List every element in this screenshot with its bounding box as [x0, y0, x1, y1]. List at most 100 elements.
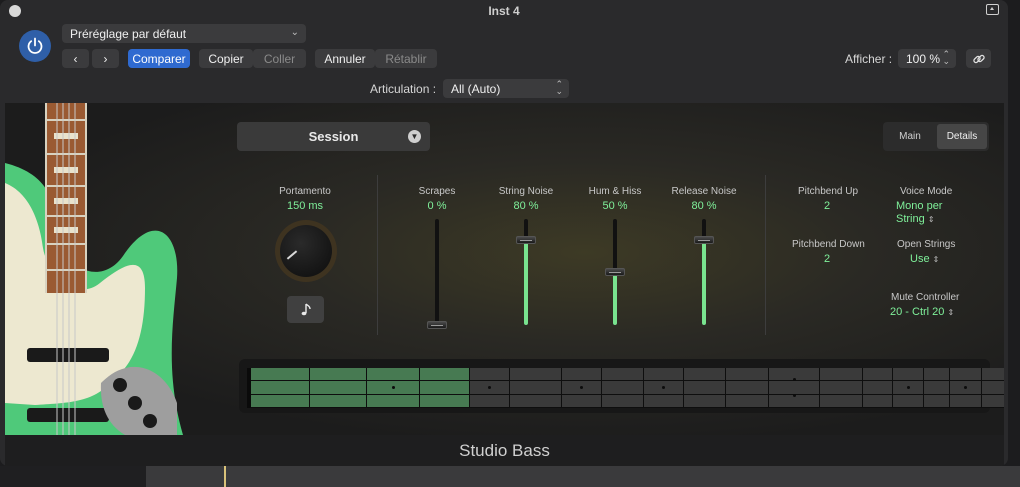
hum-hiss-slider-thumb[interactable]	[605, 268, 625, 276]
fret-cell[interactable]	[769, 368, 820, 382]
fret-cell[interactable]	[602, 368, 644, 382]
fret-cell[interactable]	[644, 381, 684, 395]
fret-cell[interactable]	[367, 381, 420, 395]
fretboard-body	[247, 368, 1004, 408]
view-zoom-select[interactable]: 100 % ⌃ ⌄	[898, 49, 956, 68]
hum-hiss-value: 50 %	[602, 200, 628, 212]
paste-button[interactable]: Coller	[253, 49, 306, 68]
fret-cell[interactable]	[982, 394, 1004, 408]
fret-cell[interactable]	[820, 381, 863, 395]
fret-cell[interactable]	[510, 368, 562, 382]
mute-controller-select[interactable]: 20 - Ctrl 20 ⇕	[890, 306, 954, 318]
next-preset-button[interactable]: ›	[92, 49, 119, 68]
fret-cell[interactable]	[893, 381, 924, 395]
open-strings-select[interactable]: Use ⇕	[910, 253, 939, 265]
pitchbend-down-value[interactable]: 2	[824, 253, 830, 265]
fret-cell[interactable]	[982, 368, 1004, 382]
fret-cell[interactable]	[310, 394, 367, 408]
fret-cell[interactable]	[769, 393, 820, 408]
music-note-icon	[301, 302, 311, 315]
fret-cell[interactable]	[510, 394, 562, 408]
fret-cell[interactable]	[924, 368, 950, 382]
redo-button[interactable]: Rétablir	[375, 49, 437, 68]
fret-cell[interactable]	[820, 394, 863, 408]
updown-chevron-icon: ⌃ ⌄	[942, 49, 950, 66]
fret-grid[interactable]	[251, 368, 1004, 408]
fret-cell[interactable]	[470, 381, 510, 395]
articulation-select[interactable]: All (Auto) ⌃ ⌄	[443, 79, 569, 98]
pitchbend-up-value[interactable]: 2	[824, 200, 830, 212]
copy-button[interactable]: Copier	[199, 49, 253, 68]
fret-cell[interactable]	[470, 368, 510, 382]
portamento-knob[interactable]	[275, 220, 337, 282]
fret-cell[interactable]	[510, 381, 562, 395]
divider	[765, 175, 766, 335]
release-noise-slider-fill	[702, 240, 706, 325]
scrapes-slider-thumb[interactable]	[427, 321, 447, 329]
tab-main[interactable]: Main	[885, 124, 935, 149]
fret-cell[interactable]	[726, 381, 769, 395]
fret-cell[interactable]	[420, 381, 470, 395]
fret-cell[interactable]	[562, 394, 602, 408]
fret-cell[interactable]	[251, 381, 310, 395]
fret-cell[interactable]	[726, 368, 769, 382]
fret-cell[interactable]	[420, 394, 470, 408]
fret-cell[interactable]	[470, 394, 510, 408]
fret-cell[interactable]	[863, 381, 893, 395]
fret-cell[interactable]	[950, 394, 982, 408]
fret-cell[interactable]	[644, 368, 684, 382]
fret-cell[interactable]	[310, 381, 367, 395]
fret-cell[interactable]	[367, 368, 420, 382]
tab-details[interactable]: Details	[937, 124, 987, 149]
fret-cell[interactable]	[950, 368, 982, 382]
chevron-down-icon: ⌄	[290, 27, 299, 38]
playhead[interactable]	[224, 466, 226, 487]
fret-cell[interactable]	[893, 394, 924, 408]
fret-marker	[580, 385, 583, 389]
fret-cell[interactable]	[924, 394, 950, 408]
fret-cell[interactable]	[726, 394, 769, 408]
fret-cell[interactable]	[982, 381, 1004, 395]
compare-button[interactable]: Comparer	[128, 49, 190, 68]
string-noise-value: 80 %	[513, 200, 539, 212]
fret-cell[interactable]	[684, 394, 726, 408]
fret-cell[interactable]	[251, 368, 310, 382]
fret-cell[interactable]	[562, 368, 602, 382]
link-button[interactable]	[966, 49, 991, 68]
preset-dropdown[interactable]: Préréglage par défaut ⌄	[62, 24, 306, 43]
string-noise-slider-thumb[interactable]	[516, 236, 536, 245]
style-selector[interactable]: Session ▼	[237, 122, 430, 151]
fret-cell[interactable]	[769, 381, 820, 395]
fret-cell[interactable]	[684, 368, 726, 382]
window-expand-icon[interactable]	[986, 4, 999, 15]
fret-cell[interactable]	[863, 394, 893, 408]
hum-hiss-label: Hum & Hiss	[588, 186, 642, 197]
note-sync-button[interactable]	[287, 296, 324, 323]
updown-chevron-icon: ⇕	[927, 215, 935, 224]
fret-cell[interactable]	[602, 381, 644, 395]
fret-cell[interactable]	[820, 368, 863, 382]
fret-cell[interactable]	[602, 394, 644, 408]
link-icon	[972, 54, 985, 63]
fret-cell[interactable]	[924, 381, 950, 395]
fret-cell[interactable]	[644, 394, 684, 408]
power-button[interactable]	[19, 30, 51, 62]
voice-mode-select[interactable]: Mono per String ⇕	[896, 200, 960, 226]
fret-cell[interactable]	[367, 394, 420, 408]
scrapes-label: Scrapes	[418, 186, 456, 197]
fret-cell[interactable]	[863, 368, 893, 382]
scrapes-slider-track[interactable]	[435, 219, 439, 325]
fret-cell[interactable]	[562, 381, 602, 395]
window-title: Inst 4	[488, 4, 520, 18]
fret-cell[interactable]	[950, 381, 982, 395]
fret-cell[interactable]	[684, 381, 726, 395]
fret-cell[interactable]	[893, 368, 924, 382]
fret-cell[interactable]	[420, 368, 470, 382]
fret-cell[interactable]	[310, 368, 367, 382]
undo-button[interactable]: Annuler	[315, 49, 375, 68]
knob-body	[280, 225, 332, 277]
pitchbend-up-label: Pitchbend Up	[798, 186, 859, 197]
previous-preset-button[interactable]: ‹	[62, 49, 89, 68]
fret-cell[interactable]	[251, 394, 310, 408]
release-noise-slider-thumb[interactable]	[694, 236, 714, 245]
